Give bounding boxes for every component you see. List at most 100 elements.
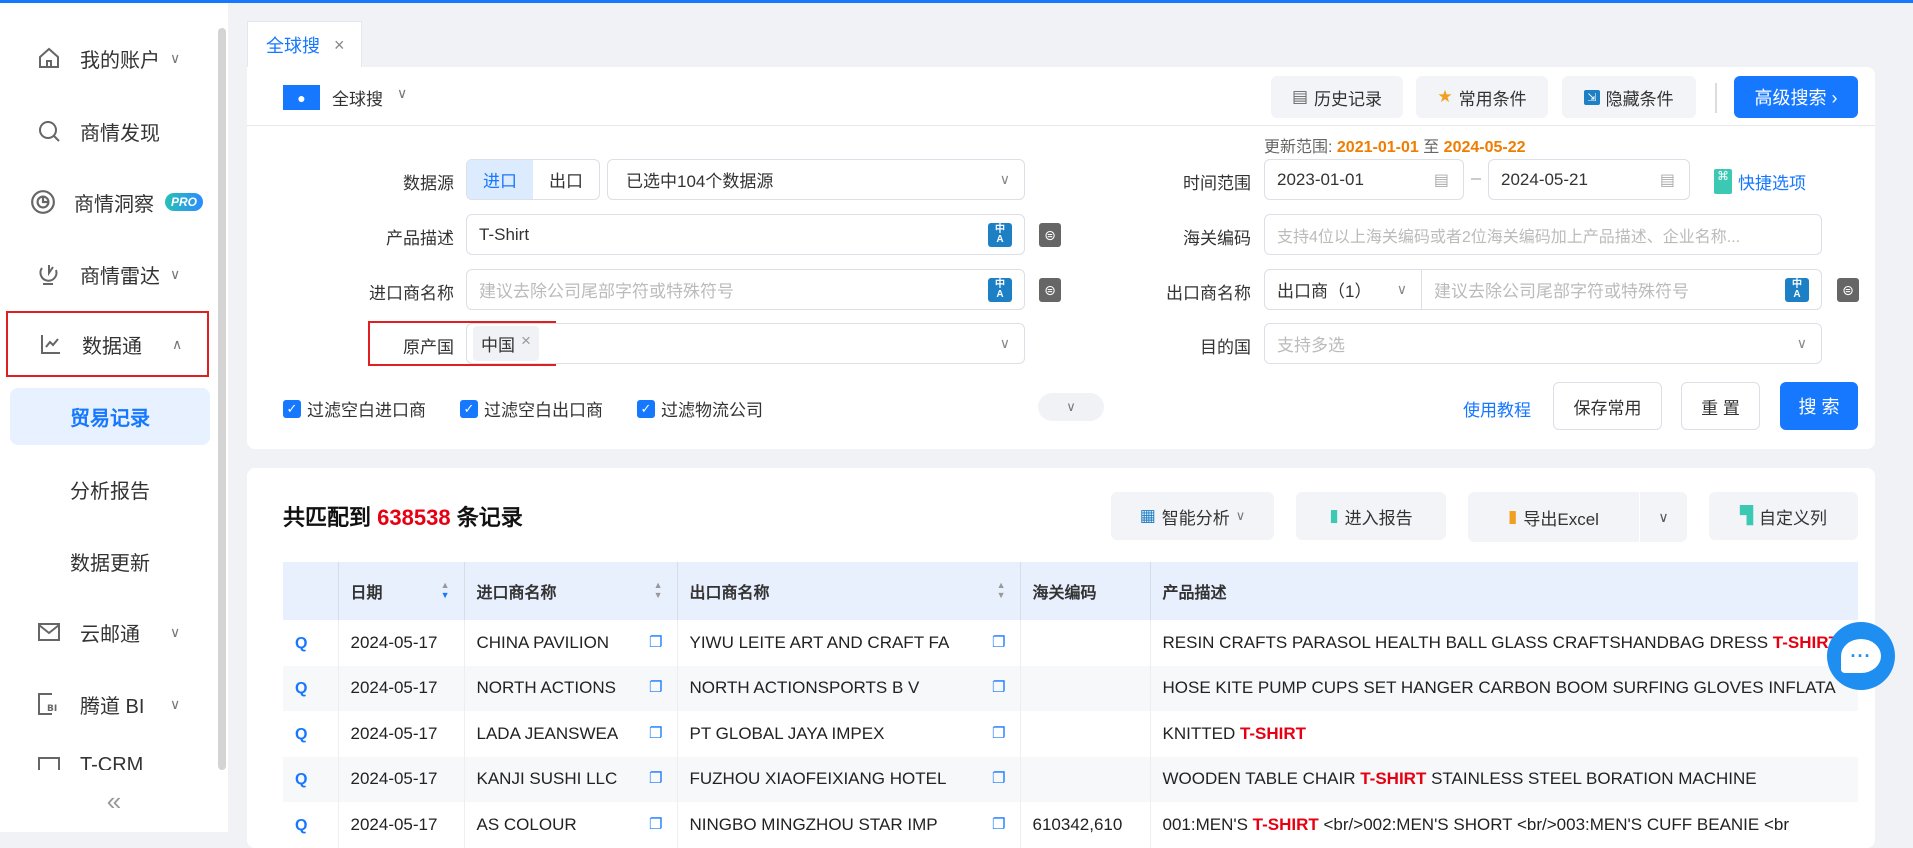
sidebar-sub-analysis-report[interactable]: 分析报告 (10, 461, 210, 518)
table-row[interactable]: Q 2024-05-17 ❐ AS COLOUR ❐ NINGBO MINGZHOU ST… (283, 802, 1858, 848)
translate-icon[interactable]: 中A (988, 277, 1012, 302)
sidebar-item-radar[interactable]: 商情雷达 ∨ (0, 249, 215, 299)
importer-name[interactable]: LADA JEANSWEA (477, 724, 619, 743)
chevron-down-icon: ∨ (397, 85, 408, 101)
tag-close-icon[interactable]: × (521, 331, 531, 356)
copy-icon[interactable]: ❐ (649, 678, 662, 696)
sidebar-item-crm[interactable]: T-CRM (0, 748, 215, 770)
table-row[interactable]: Q 2024-05-17 ❐ NORTH ACTIONS ❐ NORTH ACTIONSP… (283, 665, 1858, 711)
table-row[interactable]: Q 2024-05-17 ❐ CHINA PAVILION ❐ YIWU LEITE AR… (283, 620, 1858, 666)
tutorial-link[interactable]: 使用教程 (1463, 396, 1531, 421)
copy-icon[interactable]: ❐ (649, 769, 662, 787)
destination-label: 目的国 (1200, 338, 1251, 357)
crm-icon (36, 754, 62, 770)
sort-icon[interactable]: ▲ ▼ (997, 580, 1006, 600)
reset-button[interactable]: 重 置 (1681, 382, 1760, 430)
filter-blank-exporter-checkbox[interactable]: ✓ 过滤空白出口商 (460, 396, 603, 421)
copy-icon[interactable]: ❐ (649, 633, 662, 651)
custom-columns-button[interactable]: ▜ 自定义列 (1709, 492, 1858, 540)
sidebar-item-data[interactable]: 数据通 ∧ (6, 311, 209, 377)
importer-name[interactable]: AS COLOUR (477, 815, 577, 834)
date-from-input[interactable]: 2023-01-01 ▤ (1264, 159, 1464, 200)
exporter-type-select[interactable]: 出口商（1） ∨ (1264, 269, 1422, 310)
history-button[interactable]: ▤ 历史记录 (1271, 76, 1403, 118)
sidebar-item-discover[interactable]: 商情发现 (0, 106, 215, 156)
column-exporter[interactable]: 出口商名称 ▲ ▼ (677, 562, 1021, 620)
sidebar-item-bi[interactable]: BI 腾道 BI ∨ (0, 679, 215, 729)
expand-conditions-button[interactable]: ∨ (1038, 393, 1104, 421)
filter-blank-importer-checkbox[interactable]: ✓ 过滤空白进口商 (283, 396, 426, 421)
importer-name[interactable]: CHINA PAVILION (477, 633, 610, 652)
copy-icon[interactable]: ❐ (992, 815, 1005, 833)
copy-icon[interactable]: ❐ (649, 724, 662, 742)
hs-code-input[interactable]: 支持4位以上海关编码或者2位海关编码加上产品描述、企业名称... (1264, 214, 1822, 255)
importer-name[interactable]: KANJI SUSHI LLC (477, 769, 618, 788)
sidebar-item-insight[interactable]: 商情洞察 PRO (0, 177, 215, 227)
sidebar-scrollbar[interactable] (218, 28, 226, 770)
hide-conditions-button[interactable]: ⇲ 隐藏条件 (1562, 76, 1696, 118)
synonym-search-icon[interactable]: ⊜ (1039, 223, 1061, 247)
sidebar-sub-trade-records[interactable]: 贸易记录 (10, 388, 210, 445)
advanced-search-button[interactable]: 高级搜索 › (1734, 76, 1858, 118)
exporter-name[interactable]: YIWU LEITE ART AND CRAFT FA (690, 633, 950, 652)
table-row[interactable]: Q 2024-05-17 ❐ LADA JEANSWEA ❐ PT GLOBAL JAYA… (283, 711, 1858, 757)
translate-icon[interactable]: 中A (988, 222, 1012, 247)
sidebar-item-mail[interactable]: 云邮通 ∨ (0, 607, 215, 657)
enter-report-button[interactable]: ▮ 进入报告 (1296, 492, 1446, 540)
common-conditions-button[interactable]: ★ 常用条件 (1416, 76, 1548, 118)
synonym-search-icon[interactable]: ⊜ (1039, 278, 1061, 302)
magnifier-icon[interactable]: Q (295, 726, 307, 743)
magnifier-icon[interactable]: Q (295, 771, 307, 788)
sort-icon[interactable]: ▲ ▼ (654, 580, 663, 600)
origin-select[interactable]: 中国 × ∨ (466, 323, 1025, 364)
date-to-input[interactable]: 2024-05-21 ▤ (1488, 159, 1690, 200)
export-excel-button[interactable]: ▮ 导出Excel (1468, 492, 1639, 542)
importer-input[interactable]: 建议去除公司尾部字符或特殊符号中 A (466, 269, 1025, 310)
column-date[interactable]: 日期 ▲ ▼ (338, 562, 465, 620)
close-icon[interactable]: × (334, 35, 345, 56)
destination-select[interactable]: 支持多选 ∨ (1264, 323, 1822, 364)
exporter-input[interactable]: 建议去除公司尾部字符或特殊符号中 A (1421, 269, 1822, 310)
sidebar-sub-data-update[interactable]: 数据更新 (10, 533, 210, 590)
importer-name[interactable]: NORTH ACTIONS (477, 678, 616, 697)
table-row[interactable]: Q 2024-05-17 ❐ KANJI SUSHI LLC ❐ FUZHOU XIAOF… (283, 756, 1858, 802)
exporter-name[interactable]: NORTH ACTIONSPORTS B V (690, 678, 920, 697)
exporter-name[interactable]: NINGBO MINGZHOU STAR IMP (690, 815, 938, 834)
chevron-down-icon: ∨ (1658, 508, 1669, 525)
quick-options-link[interactable]: ⌘ 快捷选项 (1714, 169, 1806, 194)
product-input[interactable]: T-Shirt 中 A (466, 214, 1025, 255)
copy-icon[interactable]: ❐ (992, 633, 1005, 651)
column-importer[interactable]: 进口商名称 ▲ ▼ (464, 562, 678, 620)
importer-cell: ❐ AS COLOUR (464, 802, 678, 848)
smart-analysis-button[interactable]: ▦ 智能分析 ∨ (1111, 492, 1274, 540)
synonym-search-icon[interactable]: ⊜ (1837, 278, 1859, 302)
export-toggle[interactable]: 出口 (533, 160, 599, 199)
import-toggle[interactable]: 进口 (467, 160, 533, 199)
collapse-sidebar-button[interactable]: « (0, 770, 228, 832)
tab-global-search[interactable]: 全球搜 × (247, 21, 362, 68)
sidebar-item-account[interactable]: 我的账户 ∨ (0, 33, 215, 83)
copy-icon[interactable]: ❐ (992, 678, 1005, 696)
chat-support-button[interactable]: ··· (1827, 622, 1895, 690)
collapse-icon: ⇲ (1584, 89, 1600, 105)
copy-icon[interactable]: ❐ (649, 815, 662, 833)
datasource-select[interactable]: 已选中104个数据源 ∨ (607, 159, 1025, 200)
magnifier-icon[interactable]: Q (295, 817, 307, 834)
description-cell: HOSE KITE PUMP CUPS SET HANGER CARBON BO… (1150, 665, 1858, 711)
description-text: RESIN CRAFTS PARASOL HEALTH BALL GLASS C… (1162, 632, 1773, 652)
exporter-name[interactable]: PT GLOBAL JAYA IMPEX (690, 724, 885, 743)
save-common-button[interactable]: 保存常用 (1553, 382, 1662, 430)
exporter-name[interactable]: FUZHOU XIAOFEIXIANG HOTEL (690, 769, 947, 788)
column-description: 产品描述 (1150, 562, 1858, 620)
sort-icon[interactable]: ▲ ▼ (441, 580, 450, 600)
copy-icon[interactable]: ❐ (992, 724, 1005, 742)
filter-logistics-checkbox[interactable]: ✓ 过滤物流公司 (637, 396, 763, 421)
translate-icon[interactable]: 中A (1785, 277, 1809, 302)
magnifier-icon[interactable]: Q (295, 680, 307, 697)
magnifier-icon[interactable]: Q (295, 635, 307, 652)
importer-cell: ❐ LADA JEANSWEA (464, 711, 678, 757)
copy-icon[interactable]: ❐ (992, 769, 1005, 787)
scope-dropdown[interactable]: 全球搜 ∨ (332, 85, 407, 110)
export-options-dropdown[interactable]: ∨ (1640, 492, 1687, 542)
search-button[interactable]: 搜 索 (1780, 382, 1858, 430)
